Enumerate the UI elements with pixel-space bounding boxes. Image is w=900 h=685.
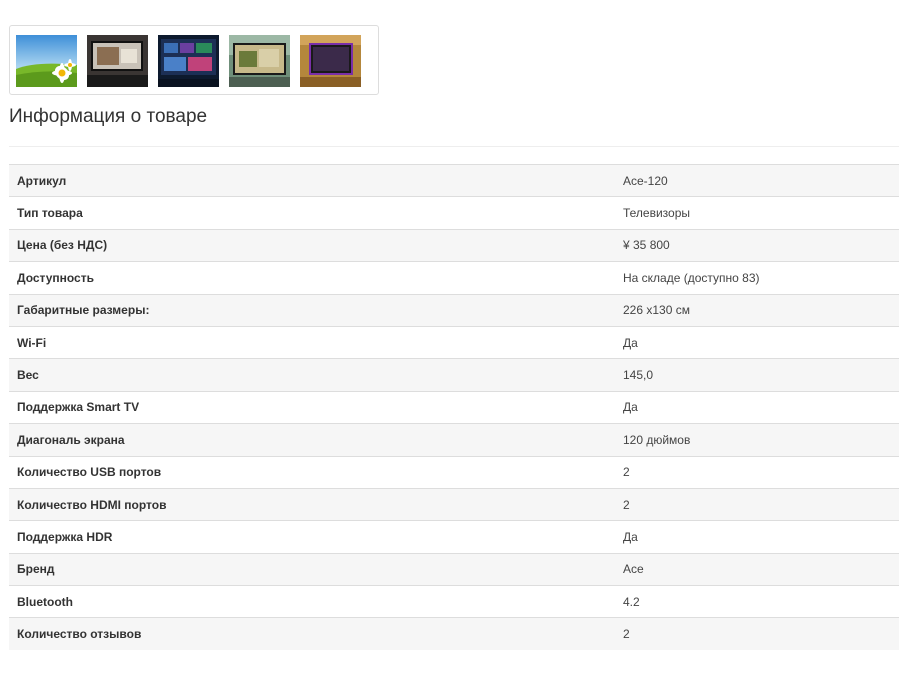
thumbnail-tv-in-room[interactable] — [229, 35, 290, 87]
spec-label: Поддержка Smart TV — [9, 390, 615, 424]
spec-value: На складе (доступно 83) — [615, 261, 899, 295]
table-row: Артикул Ace-120 — [9, 163, 899, 197]
table-row: Бренд Ace — [9, 552, 899, 586]
spec-value: 120 дюймов — [615, 423, 899, 457]
spec-label: Bluetooth — [9, 585, 615, 618]
spec-value: 145,0 — [615, 358, 899, 392]
table-row: Wi-Fi Да — [9, 325, 899, 359]
spec-value: Ace — [615, 552, 899, 586]
table-row: Количество HDMI портов 2 — [9, 487, 899, 521]
spec-label: Количество USB портов — [9, 455, 615, 489]
spec-value: ¥ 35 800 — [615, 228, 899, 262]
spec-label: Вес — [9, 358, 615, 392]
table-row: Вес 145,0 — [9, 358, 899, 392]
spec-value: 226 х130 см — [615, 293, 899, 327]
page-title: Информация о товаре — [9, 106, 208, 127]
thumbnail-tv-interface[interactable] — [158, 35, 219, 87]
table-row: Габаритные размеры: 226 х130 см — [9, 293, 899, 327]
spec-label: Wi-Fi — [9, 325, 615, 359]
spec-value: 2 — [615, 455, 899, 489]
spec-label: Количество HDMI портов — [9, 487, 615, 521]
spec-label: Цена (без НДС) — [9, 228, 615, 262]
spec-label: Габаритные размеры: — [9, 293, 615, 327]
thumbnail-gallery — [9, 25, 379, 95]
table-row: Поддержка HDR Да — [9, 520, 899, 554]
spec-value: Телевизоры — [615, 196, 899, 230]
thumbnail-tv-on-wall[interactable] — [87, 35, 148, 87]
spec-value: 2 — [615, 487, 899, 521]
spec-label: Бренд — [9, 552, 615, 586]
spec-value: 2 — [615, 617, 899, 651]
spec-value: Да — [615, 520, 899, 554]
title-divider — [9, 146, 899, 147]
spec-value: Ace-120 — [615, 163, 899, 197]
spec-label: Количество отзывов — [9, 617, 615, 651]
spec-label: Доступность — [9, 261, 615, 295]
thumbnail-tv-purple-light[interactable] — [300, 35, 361, 87]
tv-screen-interface-photo-icon — [158, 35, 219, 87]
spec-value: Да — [615, 325, 899, 359]
spec-value: 4.2 — [615, 585, 899, 618]
spec-value: Да — [615, 390, 899, 424]
product-specs-table: Артикул Ace-120 Тип товара Телевизоры Цена (… — [9, 163, 899, 651]
table-row: Количество USB портов 2 — [9, 455, 899, 489]
table-row: Тип товара Телевизоры — [9, 196, 899, 230]
spec-label: Поддержка HDR — [9, 520, 615, 554]
spec-label: Диагональ экрана — [9, 423, 615, 457]
tv-purple-light-photo-icon — [300, 35, 361, 87]
tv-on-wall-photo-icon — [87, 35, 148, 87]
table-row: Поддержка Smart TV Да — [9, 390, 899, 424]
table-row: Bluetooth 4.2 — [9, 585, 899, 618]
daisy-field-photo-icon — [16, 35, 77, 87]
table-row: Доступность На складе (доступно 83) — [9, 261, 899, 295]
table-row: Цена (без НДС) ¥ 35 800 — [9, 228, 899, 262]
spec-label: Артикул — [9, 163, 615, 197]
table-row: Количество отзывов 2 — [9, 617, 899, 651]
table-row: Диагональ экрана 120 дюймов — [9, 423, 899, 457]
thumbnail-daisy-field[interactable] — [16, 35, 77, 87]
tv-in-room-photo-icon — [229, 35, 290, 87]
spec-label: Тип товара — [9, 196, 615, 230]
